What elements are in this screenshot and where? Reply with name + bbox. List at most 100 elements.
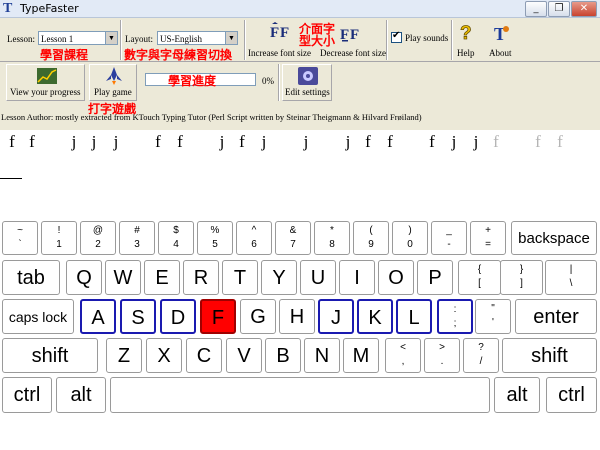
key-quote[interactable]: " ' bbox=[475, 299, 511, 334]
key-1[interactable]: ! 1 bbox=[41, 221, 77, 255]
key-top-char: _ bbox=[446, 225, 452, 236]
key-f[interactable]: F bbox=[200, 299, 236, 334]
key-x[interactable]: X bbox=[146, 338, 182, 373]
key-o[interactable]: O bbox=[378, 260, 414, 295]
annotation-progress: 學習進度 bbox=[168, 74, 217, 88]
play-sounds-checkbox[interactable]: ✔ bbox=[391, 30, 402, 43]
exercise-char-typed: f bbox=[365, 132, 371, 151]
key-8[interactable]: * 8 bbox=[314, 221, 350, 255]
key-d[interactable]: D bbox=[160, 299, 196, 334]
play-game-button[interactable]: Play game bbox=[89, 64, 137, 101]
lesson-select[interactable]: Lesson 1 ▼ bbox=[38, 31, 118, 45]
edit-settings-button[interactable]: Edit settings bbox=[282, 64, 332, 101]
exercise-char-typed: f bbox=[29, 132, 35, 151]
about-icon: T bbox=[494, 24, 509, 42]
exercise-char-typed: j bbox=[473, 132, 479, 151]
key-e[interactable]: E bbox=[144, 260, 180, 295]
key-7[interactable]: & 7 bbox=[275, 221, 311, 255]
key-3[interactable]: #3 bbox=[119, 221, 155, 255]
title-bar[interactable]: T TypeFaster _ ❐ ✕ bbox=[0, 0, 600, 18]
key-n[interactable]: N bbox=[304, 338, 340, 373]
layout-label: Layout: bbox=[125, 34, 153, 44]
key-period[interactable]: >. bbox=[424, 338, 460, 373]
about-button[interactable]: T About bbox=[485, 20, 517, 60]
key-top-char: { bbox=[477, 264, 482, 275]
key-top-char: $ bbox=[173, 225, 179, 236]
key-w[interactable]: W bbox=[105, 260, 141, 295]
key-m[interactable]: M bbox=[343, 338, 379, 373]
minimize-button[interactable]: _ bbox=[525, 1, 547, 17]
key-top-char: ) bbox=[408, 225, 412, 236]
key-t[interactable]: T bbox=[222, 260, 258, 295]
layout-select-value: US-English bbox=[160, 34, 203, 44]
key-l[interactable]: L bbox=[396, 299, 432, 334]
key-c[interactable]: C bbox=[186, 338, 222, 373]
key-slash[interactable]: ? / bbox=[463, 338, 499, 373]
layout-select[interactable]: US-English ▼ bbox=[157, 31, 238, 45]
key-s[interactable]: S bbox=[120, 299, 156, 334]
key-tab[interactable]: tab bbox=[2, 260, 60, 295]
key-bottom-char: , bbox=[401, 356, 405, 367]
key-backtick[interactable]: ~ ` bbox=[2, 221, 38, 255]
key-enter[interactable]: enter bbox=[515, 299, 597, 334]
key-bottom-char: [ bbox=[478, 278, 481, 289]
key-left-bracket[interactable]: {[ bbox=[458, 260, 501, 295]
key-4[interactable]: $4 bbox=[158, 221, 194, 255]
key-ctrl-left[interactable]: ctrl bbox=[2, 377, 52, 413]
chart-icon bbox=[37, 68, 57, 84]
key-backslash[interactable]: | \ bbox=[545, 260, 597, 295]
key-alt-right[interactable]: alt bbox=[494, 377, 540, 413]
key-r[interactable]: R bbox=[183, 260, 219, 295]
help-label: Help bbox=[457, 48, 475, 58]
exercise-char-typed: j bbox=[71, 132, 77, 151]
key-v[interactable]: V bbox=[226, 338, 262, 373]
exercise-text-area[interactable]: f f j j j f f j f j j j f f f j j f f f bbox=[0, 131, 600, 180]
play-sounds-label: Play sounds bbox=[405, 33, 449, 43]
key-shift-left[interactable]: shift bbox=[2, 338, 98, 373]
key-space[interactable] bbox=[110, 377, 490, 413]
exercise-char-pending: f bbox=[557, 132, 563, 151]
key-minus[interactable]: _ - bbox=[431, 221, 467, 255]
key-9[interactable]: (9 bbox=[353, 221, 389, 255]
key-0[interactable]: ) 0 bbox=[392, 221, 428, 255]
toolbar-separator bbox=[120, 20, 122, 60]
key-k[interactable]: K bbox=[357, 299, 393, 334]
key-j[interactable]: J bbox=[318, 299, 354, 334]
key-backspace[interactable]: backspace bbox=[511, 221, 597, 255]
key-caps-lock[interactable]: caps lock bbox=[2, 299, 74, 334]
key-u[interactable]: U bbox=[300, 260, 336, 295]
view-progress-button[interactable]: View your progress bbox=[6, 64, 85, 101]
decrease-font-button[interactable]: F F Decrease font size bbox=[318, 20, 386, 60]
key-semicolon[interactable]: :; bbox=[437, 299, 473, 334]
key-y[interactable]: Y bbox=[261, 260, 297, 295]
key-alt-left[interactable]: alt bbox=[56, 377, 106, 413]
key-g[interactable]: G bbox=[240, 299, 276, 334]
key-top-char: | bbox=[569, 264, 573, 275]
key-top-char: & bbox=[289, 225, 297, 236]
exercise-char-typed: j bbox=[451, 132, 457, 151]
key-h[interactable]: H bbox=[279, 299, 315, 334]
edit-settings-label: Edit settings bbox=[285, 87, 330, 97]
exercise-char-typed: f bbox=[155, 132, 161, 151]
key-z[interactable]: Z bbox=[106, 338, 142, 373]
key-i[interactable]: I bbox=[339, 260, 375, 295]
close-button[interactable]: ✕ bbox=[571, 1, 597, 17]
key-comma[interactable]: <, bbox=[385, 338, 421, 373]
key-shift-right[interactable]: shift bbox=[502, 338, 597, 373]
checkmark-icon: ✔ bbox=[392, 30, 401, 41]
key-6[interactable]: ^ 6 bbox=[236, 221, 272, 255]
exercise-char-pending: f bbox=[535, 132, 541, 151]
key-b[interactable]: B bbox=[265, 338, 301, 373]
help-button[interactable]: ? Help bbox=[453, 20, 481, 60]
maximize-button[interactable]: ❐ bbox=[548, 1, 570, 17]
key-2[interactable]: @2 bbox=[80, 221, 116, 255]
key-ctrl-right[interactable]: ctrl bbox=[546, 377, 597, 413]
key-a[interactable]: A bbox=[80, 299, 116, 334]
exercise-char-typed: f bbox=[9, 132, 15, 151]
key-q[interactable]: Q bbox=[66, 260, 102, 295]
key-5[interactable]: % 5 bbox=[197, 221, 233, 255]
key-equals[interactable]: + = bbox=[470, 221, 506, 255]
key-right-bracket[interactable]: }] bbox=[500, 260, 543, 295]
app-icon: T bbox=[3, 1, 13, 16]
key-p[interactable]: P bbox=[417, 260, 453, 295]
